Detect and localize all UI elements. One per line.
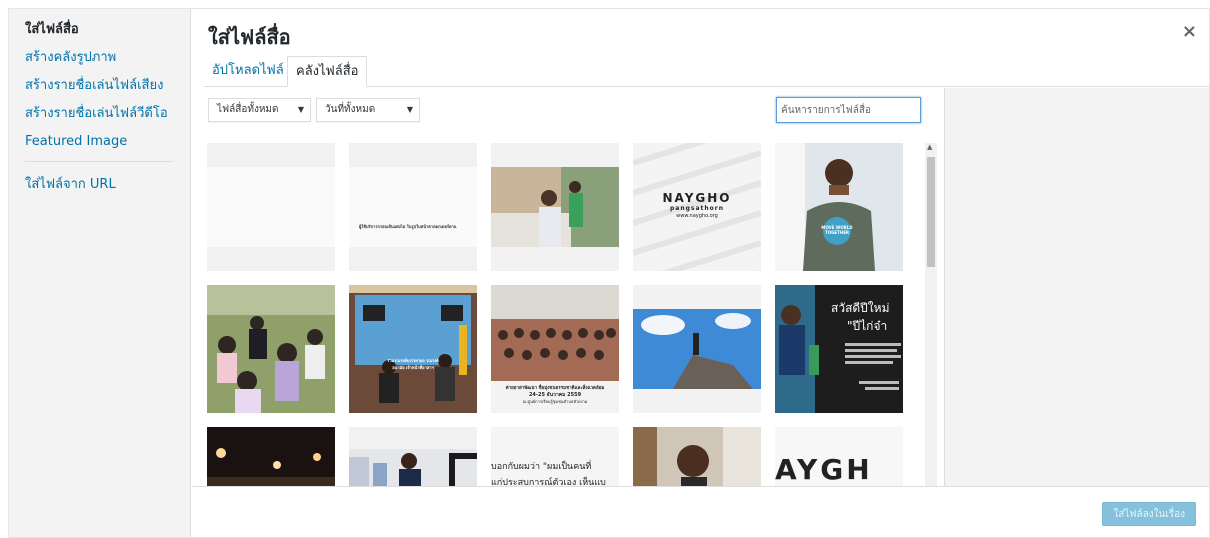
attachment-thumbnail[interactable]: ร่วมรณรงค์บรรเทาผล รณรงค์อนามัย เจ้าหน้า… bbox=[349, 285, 477, 413]
thumbnail-caption: ผู้ใช้บริการกรอบเส้นแต่งไม่ ในรูปใบหน้าต… bbox=[359, 224, 457, 229]
logo-url: www.naygho.org bbox=[676, 213, 718, 219]
sidebar-item-video-playlist[interactable]: สร้างรายชื่อเล่นไฟล์วีดีโอ bbox=[25, 105, 190, 123]
photo-portrait-icon bbox=[775, 143, 903, 271]
attachment-thumbnail[interactable]: ค่ายอาสาพัฒนา ชื่อมุ่งชนธรรมชาติและสิ่งแ… bbox=[491, 285, 619, 413]
search-input[interactable] bbox=[776, 97, 921, 123]
sidebar-item-audio-playlist[interactable]: สร้างรายชื่อเล่นไฟล์เสียง bbox=[25, 77, 190, 95]
attachment-thumbnail[interactable] bbox=[491, 143, 619, 271]
thumbnail-caption: ร่วมรณรงค์บรรเทาผล รณรงค์อนามัย เจ้าหน้า… bbox=[387, 358, 439, 370]
attachment-thumbnail[interactable] bbox=[349, 427, 477, 493]
thumbnail-caption: ค่ายอาสาพัฒนา ชื่อมุ่งชนธรรมชาติและสิ่งแ… bbox=[505, 386, 605, 391]
thumbnail-caption: ณ ศูนย์การเรียนรู้ชุมชนตำบลหัวยงาม bbox=[522, 399, 588, 404]
photo-event-icon bbox=[349, 285, 477, 413]
chevron-down-icon: ▼ bbox=[297, 105, 304, 114]
media-library-content: ไฟล์สื่อทั้งหมด ▼ วันที่ทั้งหมด ▼ ค้นหาร… bbox=[192, 88, 944, 493]
photo-room-icon bbox=[349, 427, 477, 493]
attachment-details-panel bbox=[944, 88, 1209, 486]
attachment-thumbnail[interactable]: MOVE WORLD TOGETHER bbox=[775, 143, 903, 271]
media-sidebar: ใส่ไฟล์สื่อ สร้างคลังรูปภาพ สร้างรายชื่อ… bbox=[9, 9, 191, 537]
attachment-thumbnail[interactable]: สวัสดีปีใหม่ "ปีไก่จ๋า bbox=[775, 285, 903, 413]
chevron-down-icon: ▼ bbox=[406, 105, 413, 114]
thumbnail-text-line-1: บอกกับผมว่า "ผมเป็นคนที่ bbox=[491, 462, 592, 472]
attachment-thumbnail[interactable] bbox=[633, 285, 761, 413]
logo-subtext: pangsathorn bbox=[669, 205, 725, 212]
media-type-filter-label: ไฟล์สื่อทั้งหมด bbox=[217, 104, 279, 115]
close-icon[interactable]: × bbox=[1182, 21, 1197, 42]
greeting-title-2: "ปีไก่จ๋า bbox=[847, 319, 888, 333]
document-image-icon bbox=[349, 143, 477, 271]
media-toolbar: ใส่ไฟล์ลงในเรื่อง bbox=[192, 486, 1209, 537]
photo-night-icon bbox=[207, 427, 335, 493]
tab-media-library[interactable]: คลังไฟล์สื่อ bbox=[287, 56, 368, 87]
attachment-thumbnail[interactable] bbox=[207, 143, 335, 271]
insert-into-post-button[interactable]: ใส่ไฟล์ลงในเรื่อง bbox=[1102, 502, 1196, 526]
page-title: ใส่ไฟล์สื่อ bbox=[208, 25, 291, 49]
sidebar-item-create-gallery[interactable]: สร้างคลังรูปภาพ bbox=[25, 49, 190, 67]
sidebar-item-featured-image[interactable]: Featured Image bbox=[25, 133, 190, 151]
attachments-grid: ผู้ใช้บริการกรอบเส้นแต่งไม่ ในรูปใบหน้าต… bbox=[207, 143, 922, 493]
shirt-badge-text: MOVE WORLD TOGETHER bbox=[821, 225, 853, 235]
photo-group-icon bbox=[207, 285, 335, 413]
scroll-up-icon[interactable]: ▲ bbox=[927, 143, 932, 151]
attachment-thumbnail[interactable]: บอกกับผมว่า "ผมเป็นคนที่ แก่ประสบการณ์ตั… bbox=[491, 427, 619, 493]
tab-upload-files[interactable]: อัปโหลดไฟล์ bbox=[204, 56, 292, 87]
attachment-thumbnail[interactable] bbox=[207, 427, 335, 493]
media-modal: ใส่ไฟล์สื่อ สร้างคลังรูปภาพ สร้างรายชื่อ… bbox=[8, 8, 1210, 538]
sidebar-item-insert-media[interactable]: ใส่ไฟล์สื่อ bbox=[25, 21, 190, 39]
media-main: ใส่ไฟล์สื่อ × อัปโหลดไฟล์ คลังไฟล์สื่อ ไ… bbox=[192, 9, 1209, 537]
attachment-thumbnail[interactable]: ผู้ใช้บริการกรอบเส้นแต่งไม่ ในรูปใบหน้าต… bbox=[349, 143, 477, 271]
grid-scrollbar[interactable]: ▲ ▼ bbox=[925, 143, 937, 493]
media-type-filter[interactable]: ไฟล์สื่อทั้งหมด ▼ bbox=[208, 98, 311, 122]
greeting-title: สวัสดีปีใหม่ bbox=[831, 301, 890, 315]
photo-sky-icon bbox=[633, 285, 761, 413]
attachment-thumbnail[interactable]: AYGH bbox=[775, 427, 903, 493]
photo-people-icon bbox=[491, 143, 619, 271]
sidebar-divider bbox=[25, 161, 173, 162]
attachment-thumbnail[interactable] bbox=[207, 285, 335, 413]
date-filter[interactable]: วันที่ทั้งหมด ▼ bbox=[316, 98, 420, 122]
sidebar-item-insert-from-url[interactable]: ใส่ไฟล์จาก URL bbox=[25, 176, 190, 194]
attachment-thumbnail[interactable]: NAYGHO pangsathorn www.naygho.org bbox=[633, 143, 761, 271]
attachment-thumbnail[interactable] bbox=[633, 427, 761, 493]
blank-image-icon bbox=[207, 143, 335, 271]
thumbnail-large-text: AYGH bbox=[775, 453, 873, 486]
scrollbar-thumb[interactable] bbox=[927, 157, 935, 267]
photo-selfie-icon bbox=[633, 427, 761, 493]
date-filter-label: วันที่ทั้งหมด bbox=[325, 104, 376, 115]
media-tabs: อัปโหลดไฟล์ คลังไฟล์สื่อ bbox=[204, 56, 1209, 87]
logo-text: NAYGHO bbox=[662, 191, 732, 205]
